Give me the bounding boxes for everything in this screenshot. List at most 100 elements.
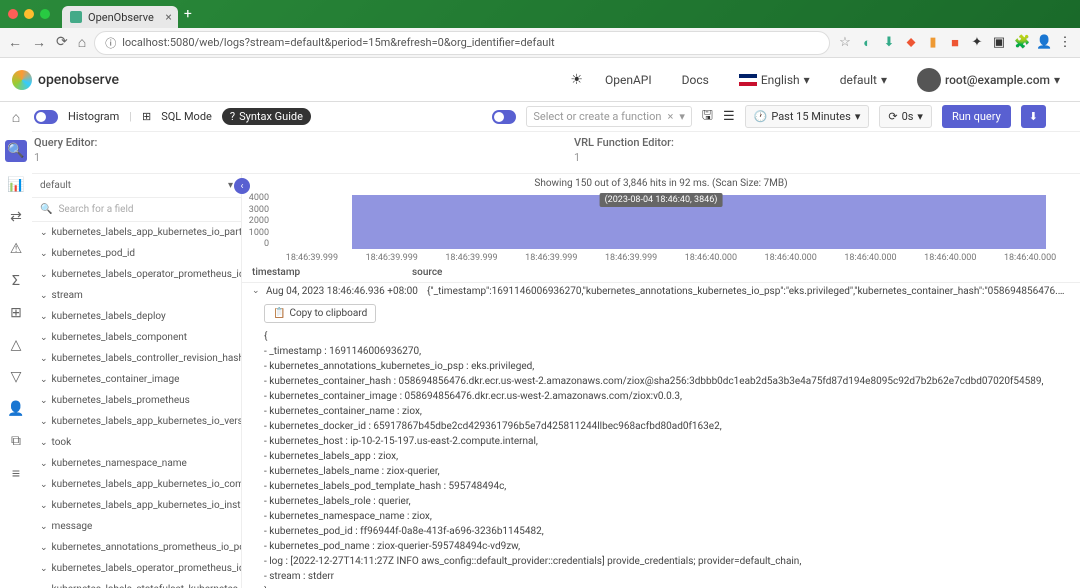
time-range-selector[interactable]: 🕐 Past 15 Minutes ▾: [745, 105, 870, 128]
brand-text: openobserve: [38, 72, 119, 88]
org-selector[interactable]: default ▾: [832, 69, 895, 91]
slack-icon[interactable]: ⧉: [7, 432, 25, 450]
theme-toggle-icon[interactable]: ☀: [570, 72, 583, 88]
field-search-input[interactable]: 🔍 Search for a field: [32, 198, 241, 222]
field-item[interactable]: ⌄ kubernetes_labels_app_kubernetes_io_in…: [32, 495, 241, 516]
logo[interactable]: openobserve: [12, 70, 119, 90]
field-item[interactable]: ⌄ kubernetes_container_image: [32, 369, 241, 390]
home-icon[interactable]: ⌂: [7, 108, 25, 126]
clear-icon[interactable]: ×: [667, 110, 673, 123]
forward-button[interactable]: →: [32, 34, 46, 51]
field-list: ⌄ kubernetes_labels_app_kubernetes_io_pa…: [32, 222, 241, 588]
openapi-link[interactable]: OpenAPI: [597, 69, 660, 91]
site-info-icon[interactable]: ⓘ: [105, 35, 116, 51]
field-item[interactable]: ⌄ stream: [32, 285, 241, 306]
field-item[interactable]: ⌄ kubernetes_namespace_name: [32, 453, 241, 474]
back-button[interactable]: ←: [8, 34, 22, 51]
ext-icon[interactable]: ⬥: [904, 35, 918, 51]
menu-icon[interactable]: ⋮: [1058, 35, 1072, 51]
ext-icon[interactable]: ■: [948, 35, 962, 51]
user-menu[interactable]: root@example.com ▾: [909, 64, 1068, 96]
histogram-toggle[interactable]: [34, 110, 58, 124]
field-item[interactable]: ⌄ message: [32, 516, 241, 537]
function-selector[interactable]: Select or create a function × ▾: [526, 106, 692, 127]
traces-icon[interactable]: ⇄: [7, 208, 25, 226]
json-line: - kubernetes_container_hash : 0586948564…: [264, 374, 1070, 389]
log-rows: ⌄Aug 04, 2023 18:46:46.936 +08:00{"_time…: [242, 283, 1080, 588]
reload-button[interactable]: ⟳: [56, 34, 68, 51]
address-bar[interactable]: ⓘ localhost:5080/web/logs?stream=default…: [94, 31, 830, 55]
ext-icon[interactable]: ◐: [860, 35, 874, 51]
functions-icon[interactable]: Σ: [7, 272, 25, 290]
docs-link[interactable]: Docs: [674, 69, 717, 91]
field-item[interactable]: ⌄ kubernetes_pod_id: [32, 243, 241, 264]
function-toggle[interactable]: [492, 110, 516, 124]
refresh-interval[interactable]: ⟳ 0s ▾: [879, 105, 932, 128]
filter-icon[interactable]: ▽: [7, 368, 25, 386]
col-source[interactable]: source: [412, 267, 442, 278]
vrl-editor[interactable]: VRL Function Editor: 1: [540, 132, 1080, 173]
field-item[interactable]: ⌄ kubernetes_labels_app_kubernetes_io_pa…: [32, 222, 241, 243]
log-source: {"_timestamp":1691146006936270,"kubernet…: [427, 286, 1070, 297]
field-item[interactable]: ⌄ kubernetes_labels_app_kubernetes_io_co…: [32, 474, 241, 495]
ext-icon[interactable]: ✦: [970, 35, 984, 51]
field-item[interactable]: ⌄ kubernetes_labels_component: [32, 327, 241, 348]
histogram-chart[interactable]: (2023-08-04 18:46:40, 3846) 400030002000…: [242, 193, 1080, 263]
log-row-expanded[interactable]: ⌄Aug 04, 2023 18:46:46.936 +08:00{"_time…: [242, 283, 1080, 300]
field-item[interactable]: ⌄ kubernetes_labels_statefulset_kubernet…: [32, 579, 241, 588]
stream-selector[interactable]: default ▾: [32, 174, 241, 198]
chevron-down-icon: ⌄: [40, 333, 48, 343]
home-button[interactable]: ⌂: [78, 34, 86, 51]
logo-icon: [12, 70, 32, 90]
close-window-icon[interactable]: [8, 9, 18, 19]
help-icon: ?: [230, 110, 235, 123]
field-item[interactable]: ⌄ kubernetes_labels_prometheus: [32, 390, 241, 411]
field-item[interactable]: ⌄ kubernetes_labels_operator_prometheus_…: [32, 264, 241, 285]
profile-icon[interactable]: 👤: [1036, 35, 1050, 51]
flag-icon: [739, 74, 757, 86]
new-tab-button[interactable]: +: [184, 6, 192, 22]
minimize-window-icon[interactable]: [24, 9, 34, 19]
triangle-icon[interactable]: △: [7, 336, 25, 354]
dashboards-icon[interactable]: ⊞: [7, 304, 25, 322]
run-query-button[interactable]: Run query: [942, 105, 1011, 128]
collapse-icon[interactable]: ⌄: [252, 286, 260, 296]
maximize-window-icon[interactable]: [40, 9, 50, 19]
browser-tab[interactable]: OpenObserve ×: [62, 6, 178, 28]
language-selector[interactable]: English ▾: [731, 69, 818, 91]
field-item[interactable]: ⌄ kubernetes_labels_app_kubernetes_io_ve…: [32, 411, 241, 432]
users-icon[interactable]: 👤: [7, 400, 25, 418]
settings-icon[interactable]: ☰: [723, 109, 735, 124]
search-icon[interactable]: 🔍: [5, 140, 27, 162]
y-tick: 3000: [244, 205, 269, 215]
save-icon[interactable]: 🖫: [702, 106, 713, 128]
field-item[interactable]: ⌄ kubernetes_labels_deploy: [32, 306, 241, 327]
ext-icon[interactable]: ☆: [838, 35, 852, 51]
download-button[interactable]: ⬇: [1021, 105, 1046, 128]
tab-close-icon[interactable]: ×: [165, 10, 171, 24]
list-icon[interactable]: ≡: [7, 464, 25, 482]
sql-mode-label[interactable]: SQL Mode: [161, 110, 212, 123]
ext-icon[interactable]: ⬇: [882, 35, 896, 51]
alerts-icon[interactable]: ⚠: [7, 240, 25, 258]
field-item[interactable]: ⌄ kubernetes_labels_controller_revision_…: [32, 348, 241, 369]
chart-tooltip: (2023-08-04 18:46:40, 3846): [600, 193, 723, 207]
ext-icon[interactable]: ▮: [926, 35, 940, 51]
x-tick: 18:46:39.999: [286, 253, 338, 263]
field-item[interactable]: ⌄ took: [32, 432, 241, 453]
chevron-down-icon: ⌄: [40, 228, 48, 238]
x-tick: 18:46:39.999: [366, 253, 418, 263]
copy-clipboard-button[interactable]: 📋 Copy to clipboard: [264, 304, 376, 323]
query-editor[interactable]: Query Editor: 1: [0, 132, 540, 173]
collapse-fields-button[interactable]: ‹: [234, 178, 250, 194]
syntax-guide-button[interactable]: ? Syntax Guide: [222, 108, 311, 125]
col-timestamp[interactable]: timestamp: [252, 267, 412, 278]
browser-toolbar: ← → ⟳ ⌂ ⓘ localhost:5080/web/logs?stream…: [0, 28, 1080, 58]
ext-icon[interactable]: ▣: [992, 35, 1006, 51]
field-item[interactable]: ⌄ kubernetes_annotations_prometheus_io_p…: [32, 537, 241, 558]
ext-icon[interactable]: 🧩: [1014, 35, 1028, 51]
metrics-icon[interactable]: 📊: [7, 176, 25, 194]
field-item[interactable]: ⌄ kubernetes_labels_operator_prometheus_…: [32, 558, 241, 579]
sql-mode-icon: ⊞: [142, 110, 151, 123]
y-tick: 1000: [244, 228, 269, 238]
